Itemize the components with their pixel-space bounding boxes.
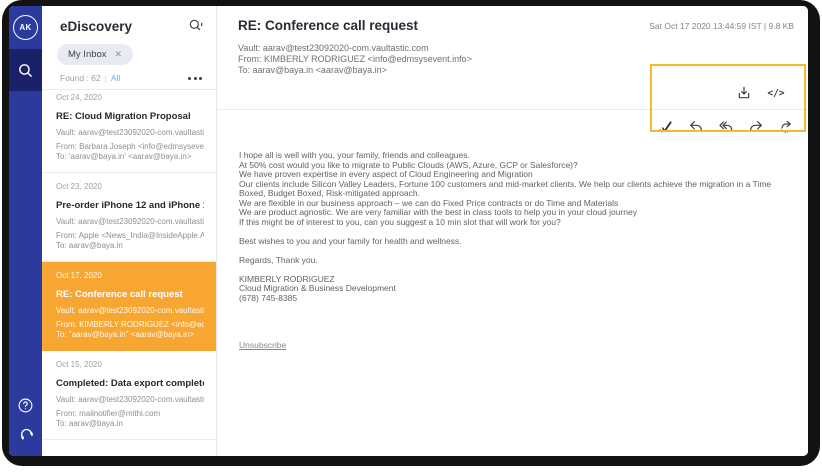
search-icon — [17, 62, 34, 79]
avatar[interactable]: AK — [13, 15, 38, 40]
body-paragraph: Best wishes to you and your family for h… — [239, 237, 778, 247]
email-list-panel: eDiscovery My Inbox ✕ Found : 62 | All — [42, 6, 217, 456]
email-subject: RE: Cloud Migration Proposal — [56, 111, 204, 122]
redirect-button[interactable] — [776, 117, 796, 137]
view-source-button[interactable]: </> — [766, 83, 786, 103]
help-icon — [17, 397, 34, 414]
filter-chip-label: My Inbox — [68, 49, 107, 60]
support-button[interactable] — [9, 420, 42, 446]
download-icon — [736, 85, 752, 101]
email-date: Oct 23, 2020 — [56, 182, 204, 191]
email-from: From: mailnotifier@mithi.com — [56, 409, 204, 419]
more-options-icon[interactable] — [186, 75, 204, 82]
email-body: I hope all is well with you, your family… — [217, 141, 808, 313]
list-item[interactable]: Oct 17, 2020 RE: Conference call request… — [42, 262, 216, 351]
found-count-label: Found : 62 — [60, 73, 101, 83]
email-timestamp: Sat Oct 17 2020 13:44:59 IST | 9.8 KB — [649, 21, 794, 31]
reply-icon — [688, 119, 704, 135]
window-frame: AK — [2, 0, 820, 466]
found-separator: | — [105, 73, 107, 83]
list-item[interactable]: Oct 23, 2020 Pre-order iPhone 12 and iPh… — [42, 173, 216, 262]
email-to-line: To: aarav@baya.in <aarav@baya.in> — [238, 65, 794, 76]
download-button[interactable] — [734, 83, 754, 103]
reply-all-button[interactable] — [716, 117, 736, 137]
email-to: To: 'aarav@baya.in' <aarav@baya.in> — [56, 152, 204, 162]
redirect-icon — [778, 119, 794, 135]
email-from: From: Apple <News_India@InsideApple.Appl… — [56, 231, 204, 241]
body-line: Regards, Thank you. — [239, 256, 778, 266]
annotate-button[interactable] — [656, 117, 676, 137]
body-paragraph: I hope all is well with you, your family… — [239, 151, 778, 227]
email-vault: Vault: aarav@test23092020-com.vaultastic… — [56, 128, 204, 137]
body-line: Our clients include Silicon Valley Leade… — [239, 180, 778, 199]
email-vault: Vault: aarav@test23092020-com.vaultastic… — [56, 217, 204, 226]
code-icon: </> — [767, 88, 784, 99]
email-list: Oct 24, 2020 RE: Cloud Migration Proposa… — [42, 90, 216, 456]
email-date: Oct 17, 2020 — [56, 271, 204, 280]
list-item[interactable]: Oct 24, 2020 RE: Cloud Migration Proposa… — [42, 90, 216, 173]
reply-all-icon — [718, 119, 734, 135]
body-paragraph: KIMBERLY RODRIGUEZCloud Migration & Busi… — [239, 275, 778, 304]
email-date: Oct 24, 2020 — [56, 93, 204, 102]
email-subject-title: RE: Conference call request — [238, 18, 418, 33]
forward-button[interactable] — [746, 117, 766, 137]
page-title: eDiscovery — [60, 19, 132, 34]
email-to: To: aarav@baya.in — [56, 419, 204, 429]
email-subject: Completed: Data export completed for ... — [56, 378, 204, 389]
unsubscribe-link[interactable]: Unsubscribe — [239, 340, 286, 350]
nav-rail: AK — [9, 6, 42, 456]
email-vault-line: Vault: aarav@test23092020-com.vaultastic… — [238, 43, 794, 54]
email-from: From: KIMBERLY RODRIGUEZ <info@edmsyse..… — [56, 320, 204, 330]
email-subject: RE: Conference call request — [56, 289, 204, 300]
forward-icon — [748, 119, 764, 135]
ediscovery-app: AK — [9, 6, 808, 456]
email-from-line: From: KIMBERLY RODRIGUEZ <info@edmsyseve… — [238, 54, 794, 65]
email-from: From: Barbara Joseph <info@edmsysevent.i… — [56, 142, 204, 152]
email-to: To: "aarav@baya.in" <aarav@baya.in> — [56, 330, 204, 340]
body-line: (678) 745-8385 — [239, 294, 778, 304]
reply-button[interactable] — [686, 117, 706, 137]
list-item[interactable]: Oct 15, 2020 Completed: Data export comp… — [42, 351, 216, 440]
email-to: To: aarav@baya.in — [56, 241, 204, 251]
help-button[interactable] — [9, 392, 42, 418]
headset-icon — [17, 424, 35, 442]
select-all-link[interactable]: All — [111, 73, 120, 83]
search-in-list-icon[interactable] — [188, 18, 204, 34]
sidebar-item-search[interactable] — [9, 49, 42, 91]
body-paragraph: Regards, Thank you. — [239, 256, 778, 266]
email-date: Oct 15, 2020 — [56, 360, 204, 369]
email-vault: Vault: aarav@test23092020-com.vaultastic… — [56, 306, 204, 315]
email-vault: Vault: aarav@test23092020-com.vaultastic… — [56, 395, 204, 404]
body-line: Cloud Migration & Business Development — [239, 284, 778, 294]
marker-pen-icon — [658, 119, 674, 135]
filter-chip-my-inbox[interactable]: My Inbox ✕ — [57, 44, 133, 65]
body-line: Best wishes to you and your family for h… — [239, 237, 778, 247]
body-line: If this might be of interest to you, can… — [239, 218, 778, 228]
email-subject: Pre-order iPhone 12 and iPhone 12 Pro. — [56, 200, 204, 211]
close-icon[interactable]: ✕ — [115, 49, 123, 60]
reading-pane: RE: Conference call request Sat Oct 17 2… — [217, 6, 808, 456]
